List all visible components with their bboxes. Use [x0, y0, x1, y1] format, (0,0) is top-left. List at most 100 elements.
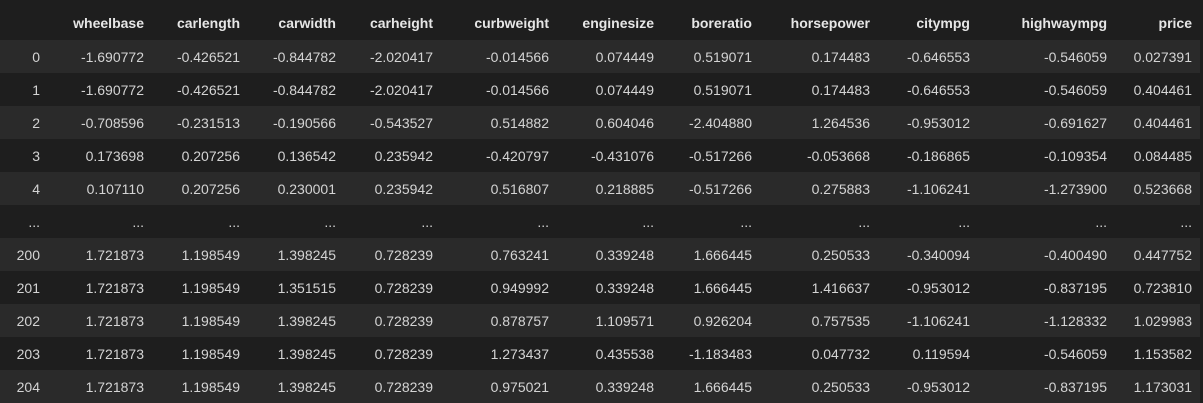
- table-cell: 0.119594: [912, 345, 970, 362]
- table-cell: 0.723810: [1133, 279, 1192, 296]
- table-cell: 1.721873: [85, 378, 144, 395]
- table-cell: 1.398245: [277, 378, 336, 395]
- table-cell: 1.398245: [277, 345, 336, 362]
- table-row: 203 1.721873 1.198549 1.398245 0.728239 1.273…: [0, 337, 1200, 370]
- table-cell: 0.250533: [811, 378, 870, 395]
- row-index: 2: [32, 114, 40, 131]
- table-cell: 0.404461: [1133, 81, 1192, 98]
- table-cell: -0.426521: [176, 81, 240, 98]
- table-cell: 0.230001: [277, 180, 336, 197]
- table-cell: 0.604046: [595, 114, 654, 131]
- table-cell: 0.975021: [490, 378, 549, 395]
- table-cell: 1.198549: [181, 246, 240, 263]
- table-cell: 0.275883: [811, 180, 870, 197]
- table-cell: 0.235942: [374, 180, 433, 197]
- table-cell: 0.207256: [181, 180, 240, 197]
- row-index: 200: [16, 246, 40, 263]
- table-row: 201 1.721873 1.198549 1.351515 0.728239 0.949…: [0, 271, 1200, 304]
- table-cell: 0.136542: [277, 147, 336, 164]
- table-row: 3 0.173698 0.207256 0.136542 0.235942 -0.4207…: [0, 139, 1200, 172]
- table-cell: -2.404880: [688, 114, 752, 131]
- table-cell: -0.546059: [1043, 81, 1107, 98]
- table-cell: 0.027391: [1133, 48, 1192, 65]
- row-index: ...: [28, 213, 40, 230]
- table-cell: -0.953012: [906, 279, 970, 296]
- table-cell: -0.708596: [80, 114, 144, 131]
- table-row: 1 -1.690772 -0.426521 -0.844782 -2.020417 -0.…: [0, 73, 1200, 106]
- table-cell: 0.878757: [490, 312, 549, 329]
- table-cell: 1.153582: [1133, 345, 1192, 362]
- table-cell: 0.763241: [490, 246, 549, 263]
- table-cell: 1.198549: [181, 345, 240, 362]
- table-cell: -0.543527: [369, 114, 433, 131]
- table-cell: -0.837195: [1043, 279, 1107, 296]
- table-cell: 1.666445: [693, 279, 752, 296]
- table-cell: 1.721873: [85, 312, 144, 329]
- table-cell: 0.250533: [811, 246, 870, 263]
- table-cell: -0.953012: [906, 378, 970, 395]
- table-cell: 1.173031: [1133, 378, 1192, 395]
- table-cell: ...: [642, 213, 654, 230]
- table-cell: 0.218885: [595, 180, 654, 197]
- table-cell: -0.517266: [688, 147, 752, 164]
- table-cell: -0.844782: [272, 48, 336, 65]
- row-index: 202: [16, 312, 40, 329]
- dataframe-table: wheelbase carlength carwidth carheight c…: [0, 6, 1200, 403]
- table-cell: ...: [858, 213, 870, 230]
- table-row: 202 1.721873 1.198549 1.398245 0.728239 0.878…: [0, 304, 1200, 337]
- row-index: 203: [16, 345, 40, 362]
- table-cell: ...: [324, 213, 336, 230]
- table-cell: 1.398245: [277, 312, 336, 329]
- table-cell: 0.926204: [693, 312, 752, 329]
- table-cell: -0.517266: [688, 180, 752, 197]
- table-cell: -0.546059: [1043, 48, 1107, 65]
- table-cell: -0.400490: [1043, 246, 1107, 263]
- table-cell: -1.273900: [1043, 180, 1107, 197]
- dataframe-output: wheelbase carlength carwidth carheight c…: [0, 0, 1203, 403]
- table-cell: 1.721873: [85, 279, 144, 296]
- table-cell: ...: [132, 213, 144, 230]
- table-cell: ...: [1095, 213, 1107, 230]
- table-cell: 1.721873: [85, 345, 144, 362]
- table-cell: 0.728239: [374, 312, 433, 329]
- table-cell: 0.949992: [490, 279, 549, 296]
- table-cell: -0.546059: [1043, 345, 1107, 362]
- table-cell: ...: [421, 213, 433, 230]
- table-cell: -1.690772: [80, 48, 144, 65]
- table-cell: 0.174483: [811, 48, 870, 65]
- table-body: 0 -1.690772 -0.426521 -0.844782 -2.020417 -0.…: [0, 40, 1200, 403]
- table-cell: -0.844782: [272, 81, 336, 98]
- column-header-horsepower: horsepower: [790, 15, 870, 31]
- table-cell: 0.516807: [490, 180, 549, 197]
- table-cell: 0.173698: [85, 147, 144, 164]
- table-cell: 0.107110: [86, 180, 144, 197]
- table-cell: 0.519071: [693, 81, 752, 98]
- column-header-boreratio: boreratio: [691, 15, 752, 31]
- table-cell: ...: [537, 213, 549, 230]
- row-index: 1: [32, 81, 40, 98]
- table-cell: -0.190566: [272, 114, 336, 131]
- table-cell: ...: [958, 213, 970, 230]
- table-cell: 0.047732: [811, 345, 870, 362]
- table-cell: 0.235942: [374, 147, 433, 164]
- table-cell: -0.420797: [485, 147, 549, 164]
- row-index: 4: [32, 180, 40, 197]
- table-cell: -0.953012: [906, 114, 970, 131]
- column-header-wheelbase: wheelbase: [73, 15, 144, 31]
- table-cell: 0.435538: [595, 345, 654, 362]
- table-row: 204 1.721873 1.198549 1.398245 0.728239 0.975…: [0, 370, 1200, 403]
- table-cell: 0.207256: [181, 147, 240, 164]
- table-cell: -1.106241: [906, 180, 970, 197]
- table-row: 4 0.107110 0.207256 0.230001 0.235942 0.51680…: [0, 172, 1200, 205]
- table-cell: -1.183483: [688, 345, 752, 362]
- table-cell: -0.426521: [176, 48, 240, 65]
- table-cell: 0.404461: [1133, 114, 1192, 131]
- row-index: 3: [32, 147, 40, 164]
- table-cell: 0.728239: [374, 279, 433, 296]
- row-index: 201: [16, 279, 40, 296]
- table-cell: 1.198549: [181, 378, 240, 395]
- table-cell: -0.646553: [906, 81, 970, 98]
- table-cell: 0.447752: [1133, 246, 1192, 263]
- table-cell: 1.198549: [181, 279, 240, 296]
- table-cell: -1.128332: [1043, 312, 1107, 329]
